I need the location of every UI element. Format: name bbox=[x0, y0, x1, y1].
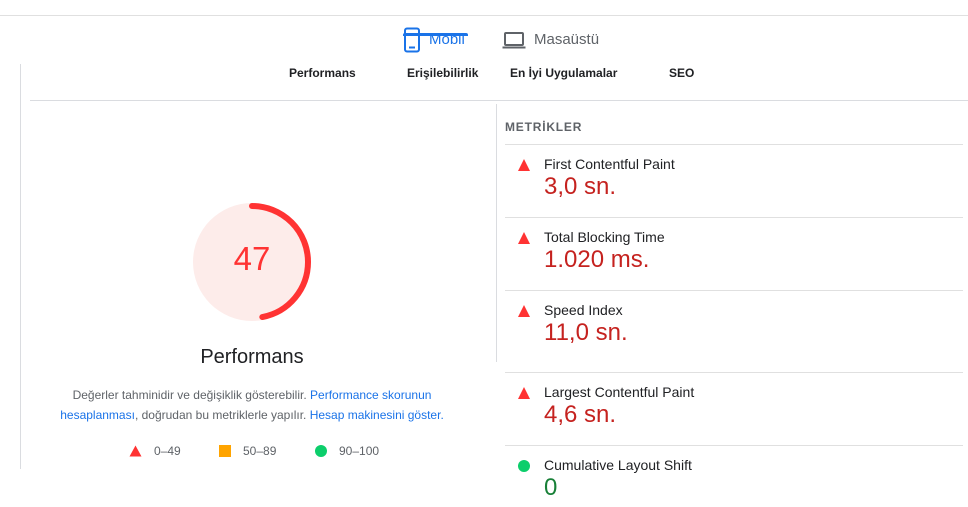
note-text-1: Değerler tahminidir ve değişiklik göster… bbox=[72, 388, 307, 402]
metric-speed-index: Speed Index 11,0 sn. bbox=[517, 297, 957, 359]
metric-cls: Cumulative Layout Shift 0 bbox=[517, 452, 957, 507]
metric-fcp: First Contentful Paint 3,0 sn. bbox=[517, 151, 957, 213]
metric-divider bbox=[505, 217, 963, 218]
tab-desktop[interactable]: Masaüstü bbox=[502, 27, 599, 63]
triangle-icon bbox=[518, 232, 530, 244]
device-tabs: Mobil Masaüstü bbox=[0, 27, 968, 63]
legend-range: 90–100 bbox=[339, 444, 380, 458]
tab-mobile-label: Mobil bbox=[429, 31, 465, 48]
tab-performance[interactable]: Performans bbox=[289, 66, 356, 80]
metric-tbt: Total Blocking Time 1.020 ms. bbox=[517, 224, 957, 286]
square-icon bbox=[219, 445, 231, 457]
triangle-icon bbox=[518, 387, 530, 399]
smartphone-icon bbox=[403, 27, 421, 58]
metric-value: 4,6 sn. bbox=[544, 401, 617, 428]
circle-icon bbox=[518, 460, 530, 472]
active-tab-indicator bbox=[403, 33, 468, 36]
legend-item-average: 50–89 bbox=[219, 444, 276, 458]
metric-value: 11,0 sn. bbox=[544, 319, 628, 346]
legend-item-poor: 0–49 bbox=[129, 444, 181, 458]
score-note: Değerler tahminidir ve değişiklik göster… bbox=[40, 385, 464, 425]
legend-item-good: 90–100 bbox=[315, 444, 379, 458]
calculator-link[interactable]: Hesap makinesini göster. bbox=[310, 408, 444, 422]
tab-best-practices[interactable]: En İyi Uygulamalar bbox=[510, 66, 617, 80]
circle-icon bbox=[315, 445, 327, 457]
tab-accessibility[interactable]: Erişilebilirlik bbox=[407, 66, 478, 80]
metric-name: Largest Contentful Paint bbox=[544, 384, 695, 400]
metric-value: 0 bbox=[544, 474, 558, 501]
left-border bbox=[20, 64, 21, 469]
note-text-2: , doğrudan bu metriklerle yapılır. bbox=[134, 408, 307, 422]
metric-value: 3,0 sn. bbox=[544, 173, 617, 200]
metrics-heading: METRİKLER bbox=[505, 120, 583, 134]
metric-name: Cumulative Layout Shift bbox=[544, 457, 692, 473]
tab-seo[interactable]: SEO bbox=[669, 66, 694, 80]
category-tabs: Performans Erişilebilirlik En İyi Uygula… bbox=[0, 66, 968, 86]
metric-name: First Contentful Paint bbox=[544, 156, 675, 172]
triangle-icon bbox=[129, 445, 142, 457]
triangle-icon bbox=[518, 305, 530, 317]
metric-name: Speed Index bbox=[544, 302, 623, 318]
performance-title: Performans bbox=[200, 346, 304, 368]
metric-divider bbox=[505, 144, 963, 145]
column-divider bbox=[496, 104, 497, 362]
legend-range: 50–89 bbox=[243, 444, 277, 458]
triangle-icon bbox=[518, 159, 530, 171]
metric-name: Total Blocking Time bbox=[544, 229, 665, 245]
top-divider bbox=[0, 15, 968, 16]
category-divider bbox=[30, 100, 968, 101]
metric-divider bbox=[505, 372, 963, 373]
metric-value: 1.020 ms. bbox=[544, 246, 650, 273]
performance-score: 47 bbox=[233, 240, 271, 277]
metric-lcp: Largest Contentful Paint 4,6 sn. bbox=[517, 379, 957, 441]
tab-desktop-label: Masaüstü bbox=[534, 31, 600, 48]
metric-divider bbox=[505, 290, 963, 291]
laptop-icon bbox=[502, 27, 526, 58]
legend-range: 0–49 bbox=[154, 444, 181, 458]
metric-divider bbox=[505, 445, 963, 446]
